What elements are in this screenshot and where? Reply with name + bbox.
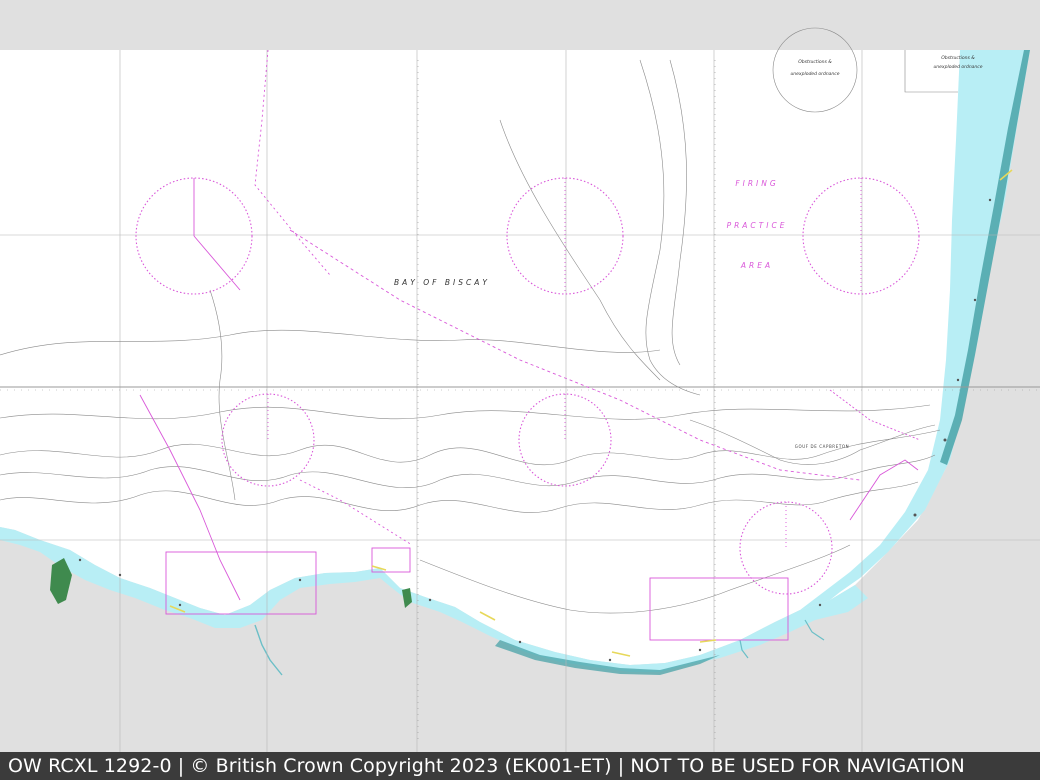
sea-name-label: BAY OF BISCAY	[394, 278, 490, 287]
nautical-chart-map[interactable]: BAY OF BISCAY FIRING PRACTICE AREA Obstr…	[0, 0, 1040, 752]
firing-area-label-2: PRACTICE	[727, 221, 788, 230]
firing-area-label-1: FIRING	[735, 179, 778, 188]
obstructions-label-1-line-1: Obstructions &	[798, 59, 832, 65]
chart-viewer: BAY OF BISCAY FIRING PRACTICE AREA Obstr…	[0, 0, 1040, 780]
footer-bar: OW RCXL 1292-0 | © British Crown Copyrig…	[0, 752, 1040, 780]
obstructions-label-2-line-2: unexploded ordnance	[933, 64, 982, 70]
nautical-chart-svg[interactable]: BAY OF BISCAY FIRING PRACTICE AREA Obstr…	[0, 0, 1040, 752]
firing-area-label-3: AREA	[740, 261, 773, 270]
gulf-label: GOUF DE CAPBRETON	[795, 444, 849, 449]
obstructions-label-1-line-2: unexploded ordnance	[790, 71, 839, 77]
copyright-notice: OW RCXL 1292-0 | © British Crown Copyrig…	[8, 755, 965, 777]
obstructions-label-2-line-1: Obstructions &	[941, 55, 975, 61]
